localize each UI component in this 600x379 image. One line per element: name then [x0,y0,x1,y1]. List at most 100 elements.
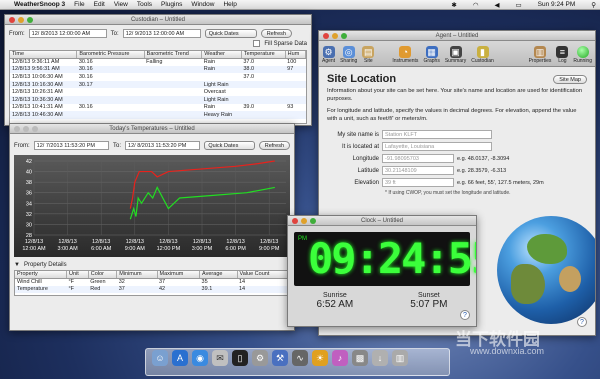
menu-view[interactable]: View [114,1,128,8]
minimize-button[interactable] [301,218,307,224]
zoom-button[interactable] [32,126,38,132]
finder-icon[interactable]: ☺ [152,350,168,366]
itunes-icon[interactable]: ♪ [332,350,348,366]
toolbar-sharing[interactable]: ◎ Sharing [340,46,357,64]
menu-edit[interactable]: Edit [94,1,105,8]
custodian-table[interactable]: Time Barometric Pressure Barometric Trend W… [9,50,307,124]
table-row[interactable]: 12/8/13 10:46:30 AM Heavy Rain [10,111,306,119]
app-menu[interactable]: WeatherSnoop 3 [14,1,65,8]
terminal-icon[interactable]: ▯ [232,350,248,366]
site-map-button[interactable]: Site Map [553,74,587,84]
xcode-icon[interactable]: ⚒ [272,350,288,366]
activity-monitor-icon[interactable]: ∿ [292,350,308,366]
table-row[interactable]: 12/8/13 9:56:31 AM 30.16 Rain 38.0 97 [10,65,306,74]
quick-dates-select[interactable]: Quick Dates [204,141,255,150]
zoom-button[interactable] [341,33,347,39]
toolbar-summary[interactable]: ▣ Summary [445,46,466,64]
column-header[interactable]: Value Count [237,271,289,279]
quick-dates-select[interactable]: Quick Dates [204,29,257,38]
safari-icon[interactable]: ◉ [192,350,208,366]
menu-window[interactable]: Window [191,1,214,8]
zoom-button[interactable] [310,218,316,224]
menu-plugins[interactable]: Plugins [161,1,182,8]
weathersnoop-icon[interactable]: ☀ [312,350,328,366]
location-field[interactable]: Lafayette, Louisiana [382,142,492,151]
wifi-icon[interactable]: ◠ [473,1,479,9]
table-row[interactable]: Temperature °F Red 37 42 39.1 14 [15,285,289,294]
property-table[interactable]: Property Unit Color Minimum Maximum Average Va… [14,270,290,296]
column-header[interactable]: Weather [201,51,242,59]
sunset-time: 5:07 PM [410,299,448,310]
toolbar-properties[interactable]: ▥ Properties [529,46,551,64]
elevation-field[interactable]: 39 ft [382,178,454,187]
column-header[interactable]: Average [199,271,238,279]
table-row[interactable]: 12/8/13 10:36:30 AM Light Rain [10,95,306,104]
toolbar-log[interactable]: ≡ Log [556,46,569,64]
y-tick-label: 38 [26,180,32,186]
close-button[interactable] [292,218,298,224]
toolbar-running[interactable]: Running [573,46,592,64]
trash-icon[interactable]: ▥ [392,350,408,366]
bluetooth-icon[interactable]: ✱ [451,1,456,9]
from-date-field[interactable]: 12/ 8/2013 12:00:00 AM [28,29,107,38]
to-date-field[interactable]: 12/ 8/2013 11:53:20 PM [125,141,201,150]
photos-icon[interactable]: ▩ [352,350,368,366]
longitude-field[interactable]: -91.98095703 [382,154,454,163]
temperatures-titlebar[interactable]: Today's Temperatures – Untitled [10,124,294,134]
toolbar-site[interactable]: ▤ Site [362,46,375,64]
table-row[interactable]: 12/8/13 10:26:31 AM Overcast [10,88,306,96]
refresh-button[interactable]: Refresh [260,29,292,38]
close-button[interactable] [323,33,329,39]
minimize-button[interactable] [18,17,24,23]
toolbar-custodian[interactable]: ▮ Custodian [471,46,494,64]
custodian-titlebar[interactable]: Custodian – Untitled [5,15,311,25]
toolbar-graphs[interactable]: ▦ Graphs [423,46,440,64]
latitude-field[interactable]: 30.21148109 [382,166,454,175]
property-details-header[interactable]: ▼ Property Details [14,262,290,268]
help-icon[interactable]: ? [577,317,587,327]
agent-titlebar[interactable]: Agent – Untitled [319,31,595,41]
clock-titlebar[interactable]: Clock – Untitled [288,216,476,226]
menu-file[interactable]: File [74,1,84,8]
menu-tools[interactable]: Tools [137,1,152,8]
preferences-icon[interactable]: ⚙ [252,350,268,366]
column-header[interactable]: Time [10,51,78,59]
battery-icon[interactable]: ▭ [516,1,522,9]
menubar-clock[interactable]: Sun 9:24 PM [538,1,576,8]
app-store-icon[interactable]: A [172,350,188,366]
spotlight-icon[interactable]: ⚲ [591,1,596,9]
from-date-field[interactable]: 12/ 7/2013 11:53:20 PM [33,141,110,150]
to-date-field[interactable]: 12/ 9/2013 12:00:00 AM [122,29,201,38]
disclosure-triangle-icon[interactable]: ▼ [14,262,20,268]
table-row[interactable]: 12/8/13 10:06:30 AM 30.16 37.0 [10,73,306,81]
site-name-field[interactable]: Station KLFT [382,130,492,139]
column-header[interactable]: Minimum [116,271,158,279]
table-row[interactable]: Wind Chill °F Green 32 37 35 14 [15,278,289,286]
menu-help[interactable]: Help [223,1,236,8]
column-header[interactable]: Color [88,271,118,279]
x-tick-label: 9:00 AM [125,246,146,252]
minimize-button[interactable] [332,33,338,39]
refresh-button[interactable]: Refresh [258,141,291,150]
fill-sparse-checkbox[interactable] [253,40,261,47]
column-header[interactable]: Property [15,271,67,279]
column-header[interactable]: Unit [66,271,89,279]
column-header[interactable]: Barometric Pressure [76,51,145,59]
help-icon[interactable]: ? [460,310,470,320]
column-header[interactable]: Hum [285,51,306,59]
table-row[interactable]: 12/8/13 9:36:11 AM 30.16 Falling Rain 37.0 10… [10,58,306,66]
table-row[interactable]: 12/8/13 10:16:30 AM 30.17 Light Rain [10,80,306,89]
downloads-icon[interactable]: ↓ [372,350,388,366]
column-header[interactable]: Maximum [157,271,201,279]
volume-icon[interactable]: ◀ [495,1,500,9]
zoom-button[interactable] [27,17,33,23]
close-button[interactable] [9,17,15,23]
table-row[interactable]: 12/8/13 10:41:31 AM 30.16 Rain 39.0 93 [10,104,306,112]
toolbar-instruments[interactable]: ◔ Instruments [392,46,418,64]
close-button[interactable] [14,126,20,132]
minimize-button[interactable] [23,126,29,132]
mail-icon[interactable]: ✉ [212,350,228,366]
toolbar-agent[interactable]: ⚙ Agent [322,46,335,64]
column-header[interactable]: Barometric Trend [144,51,203,59]
column-header[interactable]: Temperature [241,51,286,59]
